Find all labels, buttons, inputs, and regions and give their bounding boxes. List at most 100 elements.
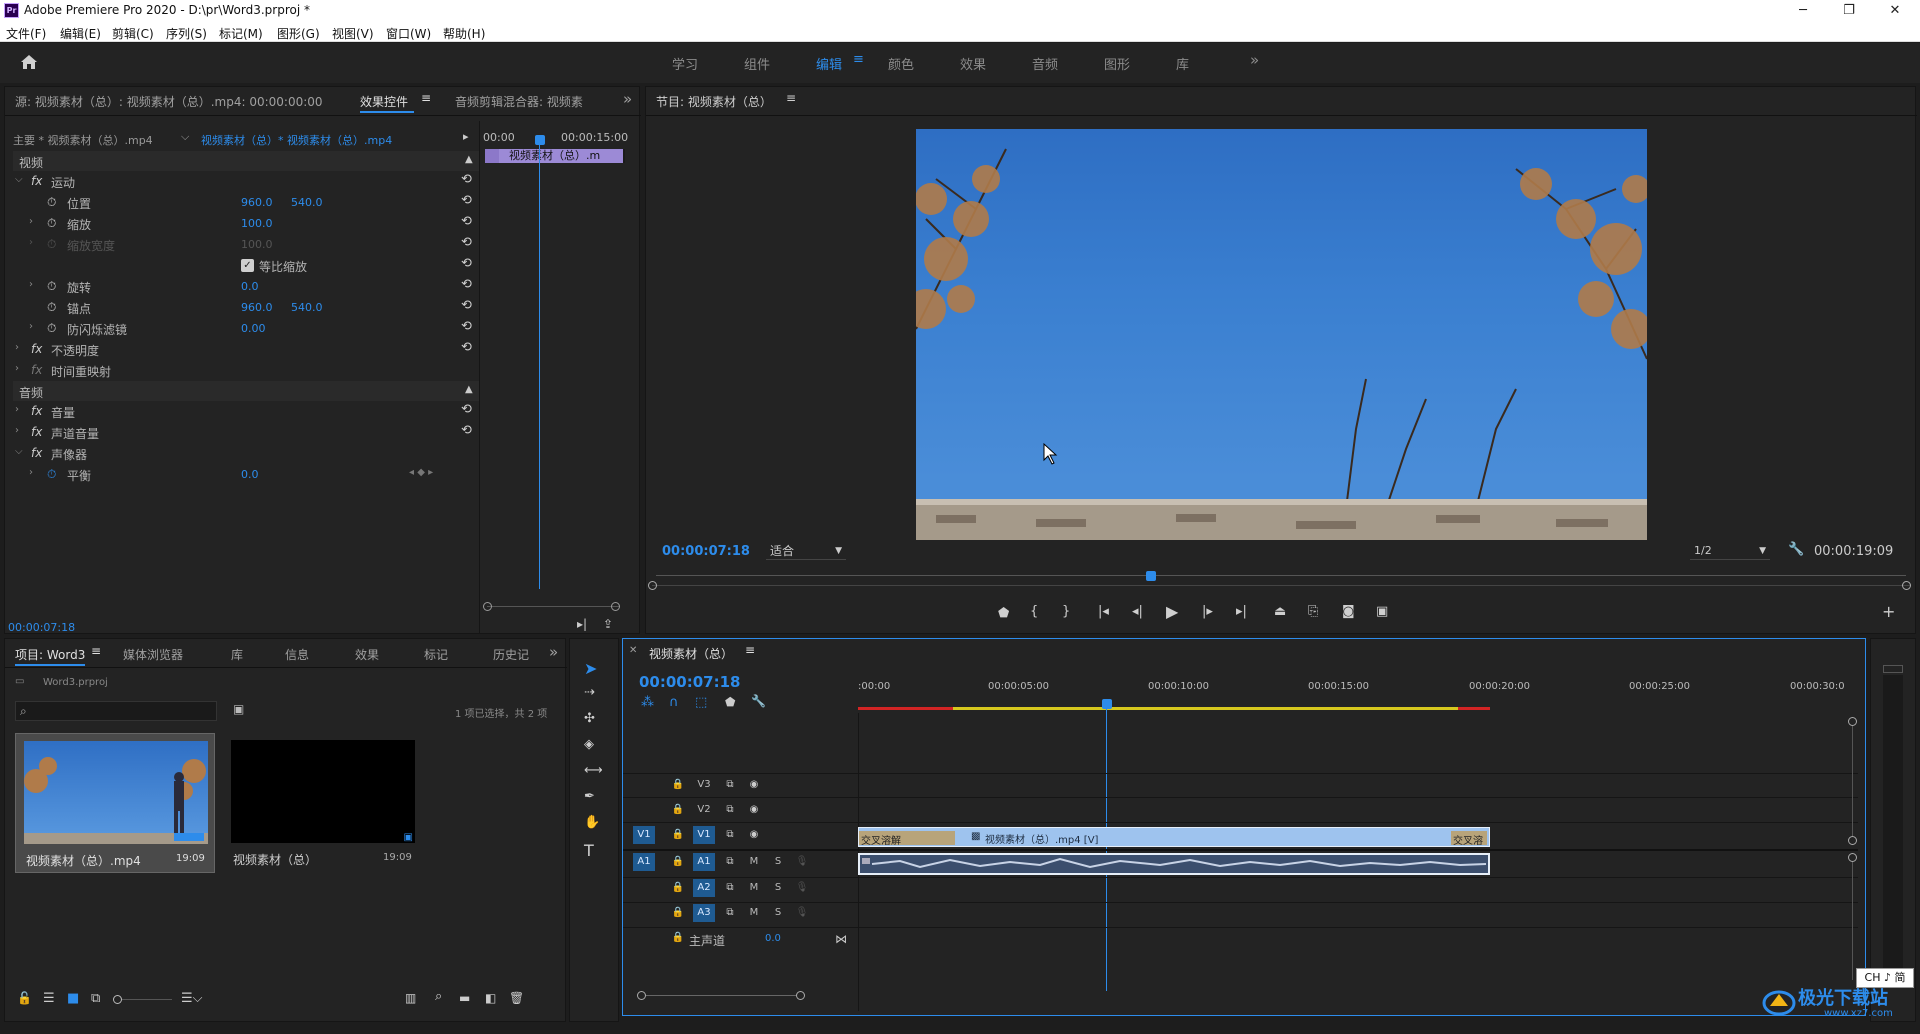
menu-view[interactable]: 视图(V) <box>332 25 374 42</box>
program-timecode[interactable]: 00:00:07:18 <box>662 544 750 559</box>
play-triangle-icon[interactable]: ▸ <box>463 130 469 143</box>
program-playhead[interactable] <box>1146 571 1156 581</box>
step-forward-icon[interactable]: |▸ <box>1202 604 1213 619</box>
track-select-tool-icon[interactable]: ⇢ <box>584 685 595 700</box>
video-scroll-handle-top[interactable] <box>1848 717 1857 726</box>
workspace-color[interactable]: 颜色 <box>888 54 914 73</box>
timeline-timecode[interactable]: 00:00:07:18 <box>639 673 741 691</box>
reset-icon[interactable]: ⟲ <box>461 277 472 292</box>
fx-badge-icon[interactable]: fx <box>31 425 42 439</box>
sync-lock-icon[interactable]: ⧉ <box>719 801 741 819</box>
reset-icon[interactable]: ⟲ <box>461 214 472 229</box>
menu-file[interactable]: 文件(F) <box>6 25 46 42</box>
reset-icon[interactable]: ⟲ <box>461 256 472 271</box>
tab-effects[interactable]: 效果 <box>355 646 379 663</box>
collapse-up-icon[interactable]: ▲ <box>465 154 473 165</box>
scale-value[interactable]: 100.0 <box>241 217 273 230</box>
zoom-handle-right[interactable] <box>1902 581 1911 590</box>
lock-icon[interactable]: 🔒 <box>667 776 689 794</box>
tab-effect-controls[interactable]: 效果控件 <box>360 93 408 110</box>
menu-window[interactable]: 窗口(W) <box>386 25 431 42</box>
close-tab-icon[interactable]: ✕ <box>629 645 637 656</box>
timeline-horizontal-scrollbar[interactable] <box>646 995 796 996</box>
audio-vertical-scrollbar[interactable] <box>1852 862 1853 980</box>
razor-tool-icon[interactable]: ◈ <box>584 737 594 752</box>
panel-menu-icon[interactable]: ≡ <box>745 643 755 657</box>
stopwatch-icon[interactable]: ⏱ <box>47 467 56 482</box>
project-search-input[interactable]: ⌕ <box>15 701 217 721</box>
transition-clip[interactable]: 交叉溶 <box>1451 831 1487 847</box>
track-label[interactable]: A2 <box>693 879 715 897</box>
scroll-handle-left[interactable] <box>637 991 646 1000</box>
panel-menu-icon[interactable]: ≡ <box>91 644 101 658</box>
mic-icon[interactable]: 🎙 <box>791 879 813 897</box>
reset-icon[interactable]: ⟲ <box>461 193 472 208</box>
scroll-handle-left[interactable] <box>483 602 492 611</box>
source-patch-v1[interactable]: V1 <box>633 826 655 844</box>
stopwatch-icon[interactable]: ⏱ <box>47 279 56 294</box>
mute-button[interactable]: M <box>743 879 765 897</box>
video-vertical-scrollbar[interactable] <box>1852 726 1853 836</box>
stopwatch-icon[interactable]: ⏱ <box>47 216 56 231</box>
zoom-handle-left[interactable] <box>648 581 657 590</box>
tab-markers[interactable]: 标记 <box>424 646 448 663</box>
compare-view-icon[interactable]: ▣ <box>1376 604 1388 619</box>
panel-overflow-icon[interactable]: » <box>549 643 558 661</box>
menu-markers[interactable]: 标记(M) <box>219 25 263 42</box>
trash-icon[interactable]: 🗑 <box>509 991 524 1005</box>
solo-button[interactable]: S <box>767 879 789 897</box>
chevron-down-icon[interactable]: ⌵ <box>15 174 23 185</box>
marker-icon[interactable]: ⬟ <box>998 606 1009 621</box>
export-icon[interactable]: ⇪ <box>603 617 613 631</box>
lock-icon[interactable]: 🔒 <box>667 801 689 819</box>
fx-badge-icon[interactable]: fx <box>31 404 42 418</box>
workspace-editing[interactable]: 编辑 <box>816 54 842 73</box>
resolution-dropdown[interactable]: 1/2 ▼ <box>1690 542 1770 560</box>
chevron-right-icon[interactable]: › <box>15 342 19 353</box>
bowtie-icon[interactable]: ⋈ <box>835 932 847 946</box>
reset-icon[interactable]: ⟲ <box>461 402 472 417</box>
project-item-video[interactable]: 视频素材（总）.mp4 19:09 <box>15 733 215 873</box>
fx-badge-icon[interactable]: fx <box>31 446 42 460</box>
ripple-edit-tool-icon[interactable]: ✣ <box>584 711 595 726</box>
reset-icon[interactable]: ⟲ <box>461 423 472 438</box>
nest-icon[interactable]: ⁂ <box>641 695 654 710</box>
tab-project[interactable]: 项目: Word3 <box>15 646 85 663</box>
lock-icon[interactable]: 🔒 <box>667 904 689 922</box>
reset-icon[interactable]: ⟲ <box>461 340 472 355</box>
menu-graphics[interactable]: 图形(G) <box>277 25 320 42</box>
new-bin-search-icon[interactable]: ▣ <box>233 702 244 716</box>
reset-icon[interactable]: ⟲ <box>461 172 472 187</box>
chevron-down-icon[interactable]: ⌵ <box>15 446 23 457</box>
stopwatch-icon[interactable]: ⏱ <box>47 321 56 336</box>
play-only-audio-icon[interactable]: ▸| <box>577 617 587 631</box>
chevron-right-icon[interactable]: › <box>15 404 19 415</box>
lock-icon[interactable]: 🔒 <box>667 929 689 947</box>
lock-icon[interactable]: 🔒 <box>667 853 689 871</box>
reset-icon[interactable]: ⟲ <box>461 319 472 334</box>
wrench-icon[interactable]: 🔧 <box>751 694 766 708</box>
tab-menu-icon[interactable]: ≡ <box>421 91 431 105</box>
chevron-right-icon[interactable]: › <box>29 216 33 227</box>
master-clip-label[interactable]: 主要 * 视频素材（总）.mp4 <box>13 132 153 148</box>
zoom-slider-handle[interactable] <box>113 995 122 1004</box>
menu-clip[interactable]: 剪辑(C) <box>112 25 154 42</box>
more-workspaces-icon[interactable]: » <box>1250 51 1259 69</box>
lift-icon[interactable]: ⏏ <box>1274 604 1286 619</box>
panel-overflow-icon[interactable]: » <box>623 90 632 108</box>
track-label[interactable]: V1 <box>693 826 715 844</box>
chevron-right-icon[interactable]: › <box>15 363 19 374</box>
workspace-effects[interactable]: 效果 <box>960 54 986 73</box>
track-label[interactable]: V2 <box>693 801 715 819</box>
workspace-learn[interactable]: 学习 <box>672 54 698 73</box>
mute-button[interactable]: M <box>743 853 765 871</box>
zoom-slider[interactable] <box>122 999 172 1000</box>
mini-clip[interactable]: 视频素材（总）.m <box>499 149 623 163</box>
icon-view-icon[interactable]: ■ <box>67 991 79 1006</box>
sync-lock-icon[interactable]: ⧉ <box>719 776 741 794</box>
sort-icon[interactable]: ☰⌵ <box>181 991 203 1006</box>
stopwatch-icon[interactable]: ⏱ <box>47 300 56 315</box>
anchor-y-value[interactable]: 540.0 <box>291 301 323 314</box>
add-button-icon[interactable]: + <box>1882 602 1895 621</box>
rotation-value[interactable]: 0.0 <box>241 280 259 293</box>
